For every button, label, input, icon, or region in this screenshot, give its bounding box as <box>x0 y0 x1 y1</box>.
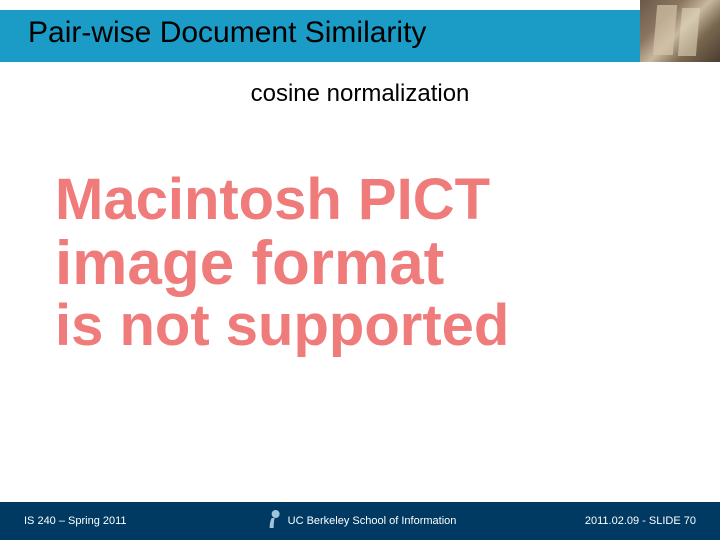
slide-footer: IS 240 – Spring 2011 UC Berkeley School … <box>0 502 720 540</box>
pict-error-block: Macintosh PICT image format is not suppo… <box>55 170 655 357</box>
slide-title: Pair-wise Document Similarity <box>28 16 426 50</box>
footer-institution-block: UC Berkeley School of Information <box>264 508 457 534</box>
berkeley-logo-icon <box>264 508 282 534</box>
header-building-photo <box>640 0 720 62</box>
footer-date-slide-label: 2011.02.09 - SLIDE 70 <box>585 515 696 527</box>
footer-institution-label: UC Berkeley School of Information <box>288 515 457 527</box>
footer-course-label: IS 240 – Spring 2011 <box>24 515 127 527</box>
pict-error-line-2: image format <box>55 231 655 296</box>
slide-header: Pair-wise Document Similarity <box>0 0 720 62</box>
pict-error-line-1: Macintosh PICT <box>55 170 655 231</box>
slide-subtitle: cosine normalization <box>0 80 720 108</box>
pict-error-line-3: is not supported <box>55 296 655 357</box>
